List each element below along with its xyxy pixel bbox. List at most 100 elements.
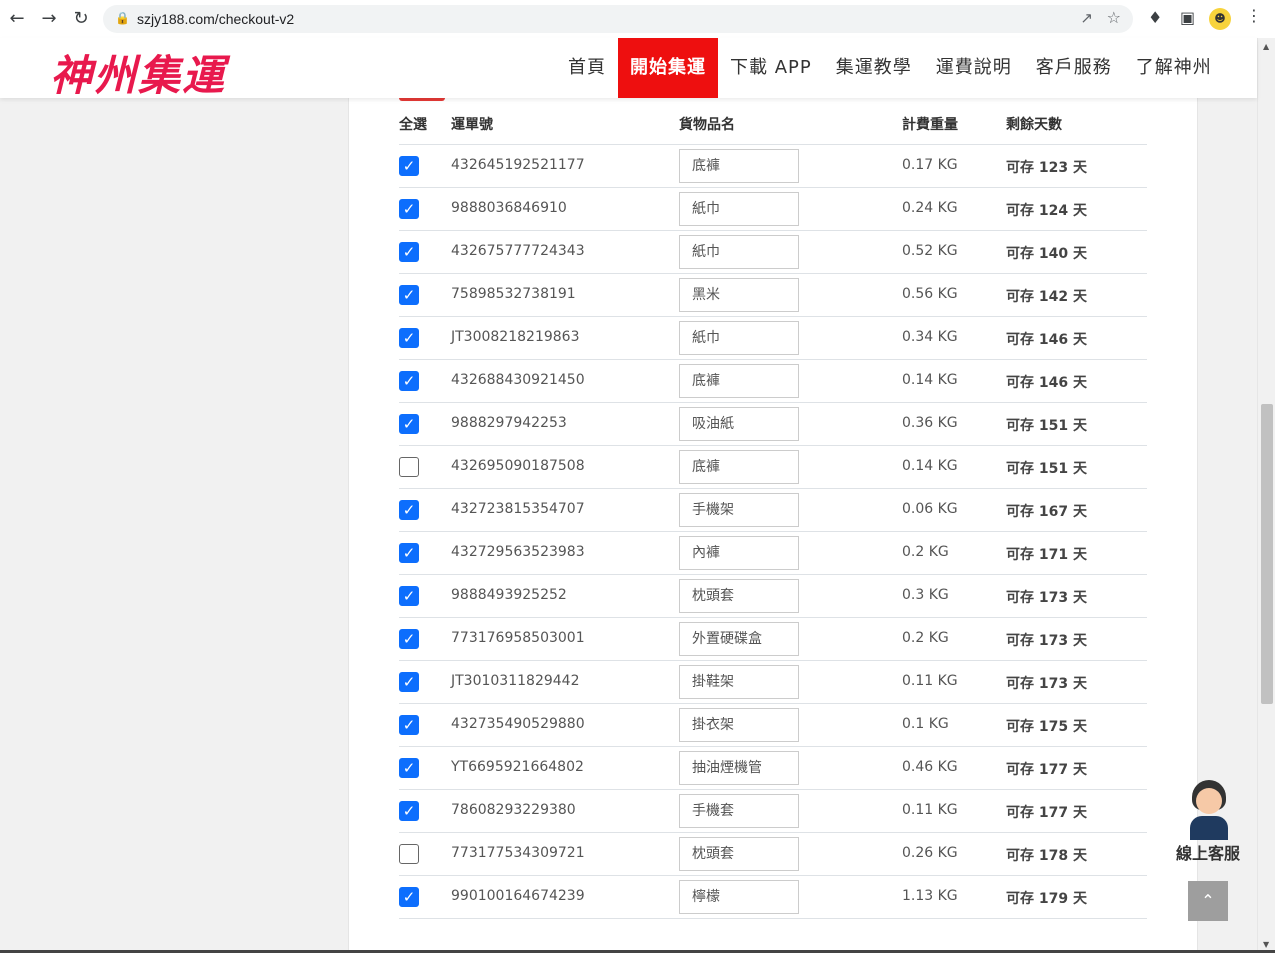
- billing-weight: 1.13 KG: [902, 888, 958, 904]
- browser-toolbar: ← → ↻ 🔒 szjy188.com/checkout-v2 ↗ ☆ ♦ ▣ …: [0, 0, 1275, 39]
- table-header: 全選 運單號 貨物品名 計費重量 剩餘天數: [399, 98, 1147, 145]
- checkout-panel: 全選 運單號 貨物品名 計費重量 剩餘天數 ✓ 432645192521177 底褲…: [348, 98, 1198, 953]
- item-name-input[interactable]: 手機套: [679, 794, 799, 828]
- item-name-input[interactable]: 紙巾: [679, 321, 799, 355]
- table-row: ✓ 432688430921450 底褲 0.14 KG 可存 146 天: [399, 360, 1147, 403]
- forward-icon[interactable]: →: [37, 7, 61, 31]
- row-checkbox[interactable]: [399, 457, 419, 477]
- row-checkbox[interactable]: ✓: [399, 715, 419, 735]
- scroll-down-icon[interactable]: ▼: [1263, 940, 1269, 949]
- billing-weight: 0.2 KG: [902, 544, 949, 560]
- url-text[interactable]: szjy188.com/checkout-v2: [137, 11, 294, 27]
- row-checkbox[interactable]: ✓: [399, 887, 419, 907]
- remaining-days: 可存 146 天: [1006, 375, 1087, 391]
- row-checkbox[interactable]: ✓: [399, 801, 419, 821]
- row-checkbox[interactable]: ✓: [399, 758, 419, 778]
- table-row: ✓ 9888297942253 吸油紙 0.36 KG 可存 151 天: [399, 403, 1147, 446]
- tracking-number: 990100164674239: [451, 888, 585, 904]
- table-row: ✓ JT3008218219863 紙巾 0.34 KG 可存 146 天: [399, 317, 1147, 360]
- remaining-days: 可存 177 天: [1006, 762, 1087, 778]
- row-checkbox[interactable]: ✓: [399, 285, 419, 305]
- billing-weight: 0.36 KG: [902, 415, 958, 431]
- table-row: ✓ 75898532738191 黑米 0.56 KG 可存 142 天: [399, 274, 1147, 317]
- billing-weight: 0.26 KG: [902, 845, 958, 861]
- tracking-number: 9888297942253: [451, 415, 567, 431]
- nav-item-6[interactable]: 了解神州: [1124, 38, 1224, 98]
- item-name-input[interactable]: 掛衣架: [679, 708, 799, 742]
- tracking-number: 432695090187508: [451, 458, 585, 474]
- item-name-input[interactable]: 紙巾: [679, 235, 799, 269]
- row-checkbox[interactable]: ✓: [399, 629, 419, 649]
- item-name-input[interactable]: 抽油煙機管: [679, 751, 799, 785]
- extensions-icon[interactable]: ♦: [1148, 8, 1162, 27]
- item-name-input[interactable]: 枕頭套: [679, 837, 799, 871]
- item-name-input[interactable]: 吸油紙: [679, 407, 799, 441]
- days-header: 剩餘天數: [1006, 117, 1062, 133]
- page-scrollbar[interactable]: ▲ ▼: [1257, 38, 1275, 953]
- billing-weight: 0.06 KG: [902, 501, 958, 517]
- back-icon[interactable]: ←: [5, 7, 29, 31]
- remaining-days: 可存 142 天: [1006, 289, 1087, 305]
- weight-header: 計費重量: [902, 117, 958, 133]
- billing-weight: 0.3 KG: [902, 587, 949, 603]
- bookmark-star-icon[interactable]: ☆: [1107, 8, 1121, 27]
- row-checkbox[interactable]: ✓: [399, 543, 419, 563]
- share-icon[interactable]: ↗: [1080, 9, 1093, 27]
- item-name-input[interactable]: 檸檬: [679, 880, 799, 914]
- row-checkbox[interactable]: ✓: [399, 156, 419, 176]
- tracking-number: 773176958503001: [451, 630, 585, 646]
- remaining-days: 可存 178 天: [1006, 848, 1087, 864]
- nav-item-3[interactable]: 集運教學: [824, 38, 924, 98]
- scrollbar-thumb[interactable]: [1261, 404, 1273, 704]
- item-name-input[interactable]: 手機架: [679, 493, 799, 527]
- remaining-days: 可存 173 天: [1006, 590, 1087, 606]
- row-checkbox[interactable]: ✓: [399, 371, 419, 391]
- online-support-widget[interactable]: 線上客服: [1176, 778, 1240, 864]
- table-row: 432695090187508 底褲 0.14 KG 可存 151 天: [399, 446, 1147, 489]
- tracking-number: 432675777724343: [451, 243, 585, 259]
- billing-weight: 0.11 KG: [902, 673, 958, 689]
- item-name-input[interactable]: 底褲: [679, 364, 799, 398]
- menu-kebab-icon[interactable]: ⋮: [1246, 6, 1262, 25]
- remaining-days: 可存 171 天: [1006, 547, 1087, 563]
- reload-icon[interactable]: ↻: [69, 7, 93, 31]
- billing-weight: 0.1 KG: [902, 716, 949, 732]
- billing-weight: 0.14 KG: [902, 372, 958, 388]
- row-checkbox[interactable]: ✓: [399, 500, 419, 520]
- row-checkbox[interactable]: ✓: [399, 328, 419, 348]
- tracking-number: 9888036846910: [451, 200, 567, 216]
- item-name-input[interactable]: 紙巾: [679, 192, 799, 226]
- row-checkbox[interactable]: ✓: [399, 242, 419, 262]
- site-logo[interactable]: 神州集運: [50, 42, 226, 103]
- nav-item-4[interactable]: 運費說明: [924, 38, 1024, 98]
- item-name-input[interactable]: 內褲: [679, 536, 799, 570]
- tracking-number: 9888493925252: [451, 587, 567, 603]
- billing-weight: 0.17 KG: [902, 157, 958, 173]
- remaining-days: 可存 146 天: [1006, 332, 1087, 348]
- scroll-up-icon[interactable]: ▲: [1263, 42, 1269, 51]
- row-checkbox[interactable]: ✓: [399, 414, 419, 434]
- row-checkbox[interactable]: ✓: [399, 199, 419, 219]
- item-name-input[interactable]: 枕頭套: [679, 579, 799, 613]
- tracking-number: YT6695921664802: [451, 759, 584, 775]
- item-name-input[interactable]: 掛鞋架: [679, 665, 799, 699]
- address-bar[interactable]: 🔒 szjy188.com/checkout-v2 ↗ ☆: [103, 5, 1133, 33]
- row-checkbox[interactable]: [399, 844, 419, 864]
- table-row: ✓ 9888036846910 紙巾 0.24 KG 可存 124 天: [399, 188, 1147, 231]
- billing-weight: 0.34 KG: [902, 329, 958, 345]
- nav-item-5[interactable]: 客戶服務: [1024, 38, 1124, 98]
- item-name-input[interactable]: 底褲: [679, 450, 799, 484]
- profile-avatar[interactable]: ☻: [1209, 8, 1231, 30]
- item-name-input[interactable]: 外置硬碟盒: [679, 622, 799, 656]
- row-checkbox[interactable]: ✓: [399, 672, 419, 692]
- nav-item-0[interactable]: 首頁: [556, 38, 618, 98]
- item-name-input[interactable]: 黑米: [679, 278, 799, 312]
- sidepanel-icon[interactable]: ▣: [1180, 8, 1195, 27]
- row-checkbox[interactable]: ✓: [399, 586, 419, 606]
- billing-weight: 0.2 KG: [902, 630, 949, 646]
- select-all-header[interactable]: 全選: [399, 114, 427, 134]
- nav-item-2[interactable]: 下載 APP: [718, 38, 824, 98]
- item-name-input[interactable]: 底褲: [679, 149, 799, 183]
- nav-item-1[interactable]: 開始集運: [618, 38, 718, 98]
- back-to-top-button[interactable]: ⌃: [1188, 881, 1228, 921]
